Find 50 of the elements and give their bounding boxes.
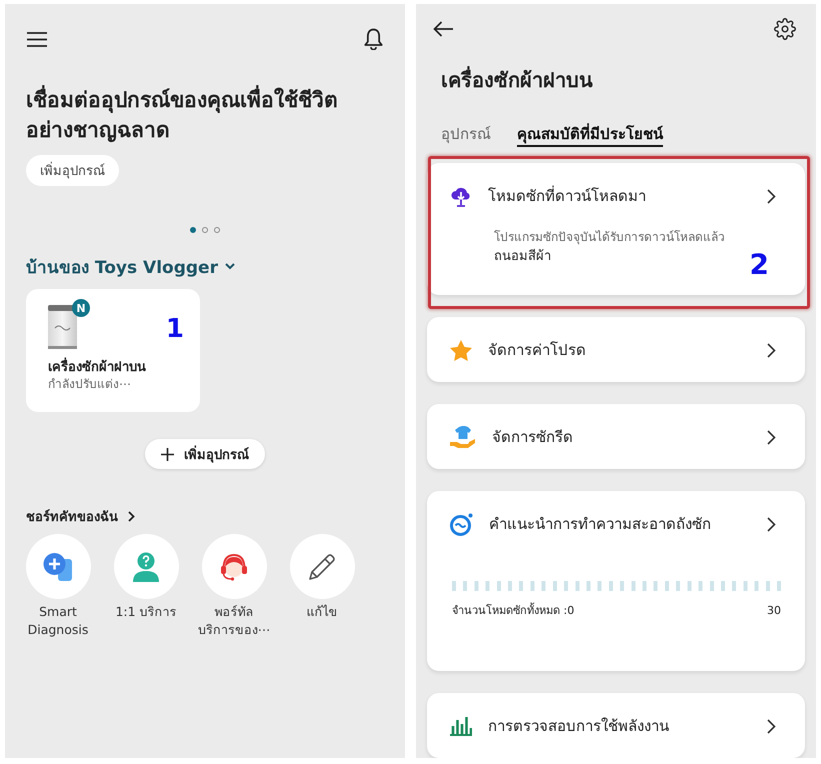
feature-description: โปรแกรมซักปัจจุบันได้รับการดาวน์โหลดแล้ว (494, 229, 725, 245)
feature-card[interactable]: จัดการซักรีด (427, 404, 805, 469)
menu-icon[interactable] (27, 32, 47, 46)
chevron-right-icon (128, 510, 135, 522)
chevron-right-icon (767, 188, 776, 204)
feature-title: การตรวจสอบการใช้พลังงาน (488, 716, 670, 737)
shortcut-button[interactable]: 1:1 บริการ (108, 534, 184, 639)
plus-icon (161, 448, 174, 460)
tab[interactable]: อุปกรณ์ (441, 124, 491, 147)
chevron-right-icon (767, 430, 776, 444)
bar-chart-icon (450, 716, 472, 736)
meter-label: จำนวนโหมดซักทั้งหมด :0 (452, 603, 574, 619)
add-device-button[interactable]: เพิ่มอุปกรณ์ (26, 155, 119, 186)
new-badge: N (72, 299, 90, 317)
shortcut-button[interactable]: แก้ไข (284, 534, 360, 639)
headline: เชื่อมต่ออุปกรณ์ของคุณเพื่อใช้ชีวิต อย่างชาญฉลาด (26, 85, 338, 145)
device-name: เครื่องซักผ้าฝาบน (48, 359, 146, 376)
star-icon (450, 340, 472, 360)
feature-value: ถนอมสีผ้า (494, 248, 551, 266)
settings-icon[interactable] (774, 18, 796, 40)
chevron-down-icon (224, 262, 235, 270)
cloud-download-icon (450, 185, 472, 207)
page-title: เครื่องซักผ้าฝาบน (441, 66, 593, 94)
annotation-number: 1 (166, 316, 184, 342)
chevron-right-icon (767, 516, 776, 532)
tab[interactable]: คุณสมบัติที่มีประโยชน์ (517, 124, 663, 147)
annotation-number: 2 (750, 251, 769, 279)
feature-title: คำแนะนำการทำความสะอาดถังซัก (489, 514, 712, 535)
shortcuts-link[interactable]: ชอร์ทคัทของฉัน (26, 506, 135, 526)
chevron-right-icon (767, 718, 776, 734)
device-status: กำลังปรับแต่ง⋯ (48, 376, 131, 392)
chevron-right-icon (767, 342, 776, 358)
home-selector[interactable]: บ้านของ Toys Vlogger (26, 254, 235, 278)
feature-card[interactable]: คำแนะนำการทำความสะอาดถังซัก จำนวนโหมดซักทั้งหมด :0 30 (427, 491, 805, 671)
shortcut-button[interactable]: พอร์ทัล บริการของ⋯ (196, 534, 272, 639)
hand-shirt-icon (450, 426, 476, 448)
washing-machine-icon (48, 305, 77, 349)
meter-max-label: 30 (767, 603, 781, 619)
feature-title: จัดการซักรีด (492, 427, 574, 448)
feature-card[interactable]: โหมดซักที่ดาวน์โหลดมา โปรแกรมซักปัจจุบันได้รับการดาวน์โหลดแล้ว ถนอมสีผ้า 2 (427, 163, 805, 295)
shortcut-button[interactable]: Smart Diagnosis (20, 534, 96, 639)
notification-bell-icon[interactable] (364, 28, 383, 50)
feature-card[interactable]: การตรวจสอบการใช้พลังงาน (427, 693, 805, 758)
device-card[interactable]: N เครื่องซักผ้าฝาบน กำลังปรับแต่ง⋯ 1 (26, 289, 200, 412)
feature-title: โหมดซักที่ดาวน์โหลดมา (488, 185, 647, 207)
add-device-button[interactable]: เพิ่มอุปกรณ์ (145, 439, 265, 469)
back-arrow-icon[interactable] (433, 21, 453, 37)
feature-title: จัดการค่าโปรด (488, 340, 587, 361)
feature-card[interactable]: จัดการค่าโปรด (427, 317, 805, 382)
circle-wave-icon (450, 512, 473, 536)
